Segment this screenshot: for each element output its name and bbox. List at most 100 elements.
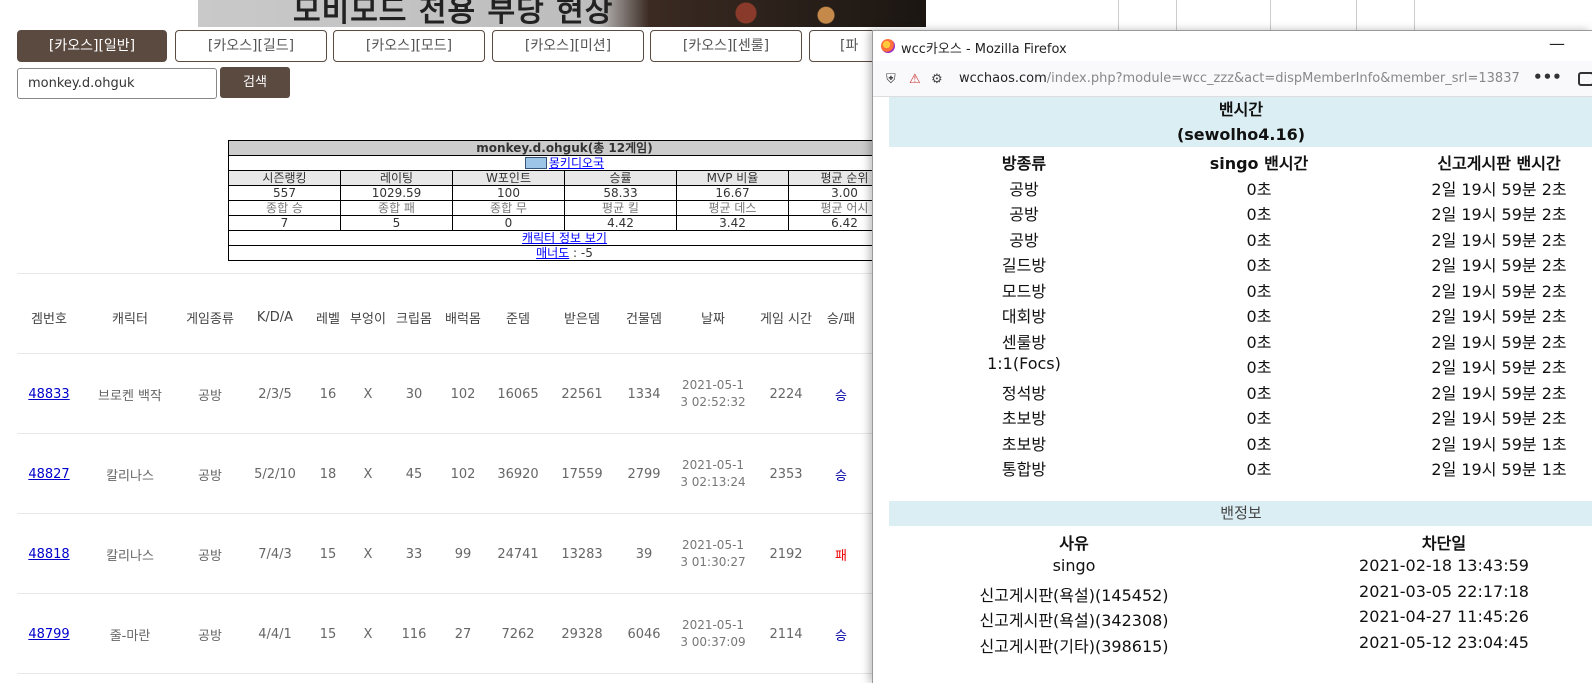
result-cell: 패: [835, 548, 847, 564]
board-ban-time: 2일 19시 59분 2초: [1431, 282, 1567, 301]
insecure-icon[interactable]: ⚠: [909, 72, 921, 87]
manner-link[interactable]: 매너도: [536, 246, 569, 260]
window-titlebar[interactable]: wcc카오스 - Mozilla Firefox —: [873, 31, 1592, 61]
column-header: 크립몸: [396, 311, 432, 327]
board-ban-time: 2일 19시 59분 2초: [1431, 333, 1567, 352]
creep-cell: 116: [401, 626, 427, 642]
ban-row: 정석방 0초 2일 19시 59분 2초: [889, 377, 1592, 403]
column-header: 방종류: [1001, 154, 1047, 173]
column-header: 신고게시판 밴시간: [1437, 154, 1561, 173]
divider: [17, 273, 877, 274]
game-time-cell: 2224: [769, 386, 803, 402]
url-host: wcchaos.com: [959, 71, 1047, 86]
game-type-cell: 공방: [198, 388, 222, 404]
server-link[interactable]: 몽키디오국: [549, 156, 604, 170]
tab-chaos-senrule[interactable]: [카오스][센룰]: [650, 30, 802, 62]
ban-row: 초보방 0초 2일 19시 59분 2초: [889, 402, 1592, 428]
damage-taken-cell: 22561: [561, 386, 603, 402]
character-cell: 브로켄 백작: [98, 388, 162, 404]
ban-info-header-row: 사유 차단일: [889, 527, 1592, 553]
stat-value: 100: [452, 185, 565, 201]
ban-date: 2021-02-18 13:43:59: [1359, 556, 1529, 575]
search-input[interactable]: monkey.d.ohguk: [17, 68, 217, 99]
manner-cell: 매너도 : -5: [228, 245, 901, 261]
column-header: 겜번호: [31, 311, 67, 327]
result-cell: 승: [835, 628, 847, 644]
ban-row: 센룰방 0초 2일 19시 59분 2초: [889, 326, 1592, 352]
date-cell: 2021-05-1 3 00:37:09: [673, 594, 753, 674]
game-id-link[interactable]: 48818: [28, 547, 69, 562]
more-actions-icon[interactable]: •••: [1533, 68, 1562, 86]
ban-info-row: 신고게시판(욕설)(342308) 2021-04-27 11:45:26: [889, 604, 1592, 630]
ban-title: 밴시간: [889, 97, 1592, 122]
ban-subtitle: (sewolho4.16): [889, 122, 1592, 147]
url-path: /index.php?module=wcc_zzz&act=dispMember…: [1046, 71, 1520, 86]
board-ban-time: 2일 19시 59분 2초: [1431, 180, 1567, 199]
url-bar[interactable]: ⛨ ⚠ ⚙ wcchaos.com/index.php?module=wcc_z…: [873, 61, 1592, 97]
ban-row: 길드방 0초 2일 19시 59분 2초: [889, 249, 1592, 275]
board-ban-time: 2일 19시 59분 1초: [1431, 435, 1567, 454]
char-link-cell: 캐릭터 정보 보기: [228, 230, 901, 246]
stat-header: 평균 킬: [564, 200, 677, 216]
column-header: 받은뎀: [564, 311, 600, 327]
tab-chaos-guild[interactable]: [카오스][길드]: [175, 30, 327, 62]
singo-ban-time: 0초: [1246, 231, 1272, 250]
stat-value: 0: [452, 215, 565, 231]
barrack-cell: 102: [450, 386, 476, 402]
kda-cell: 4/4/1: [258, 626, 292, 642]
stat-value: 3.42: [676, 215, 789, 231]
level-cell: 16: [319, 386, 337, 402]
stat-header: 레이팅: [340, 170, 453, 186]
ban-info-row: singo 2021-02-18 13:43:59: [889, 553, 1592, 579]
creep-cell: 30: [405, 386, 423, 402]
ban-row: 공방 0초 2일 19시 59분 2초: [889, 198, 1592, 224]
game-time-cell: 2192: [769, 546, 803, 562]
room-type: 길드방: [1001, 256, 1047, 275]
tab-chaos-mission[interactable]: [카오스][미션]: [492, 30, 644, 62]
ban-row: 1:1(Focs) 0초 2일 19시 59분 2초: [889, 351, 1592, 377]
game-id-cell: 48799: [17, 594, 81, 674]
permissions-icon[interactable]: ⚙: [931, 72, 943, 87]
profile-title: monkey.d.ohguk(총 12게임): [228, 140, 901, 156]
game-type-cell: 공방: [198, 468, 222, 484]
tab-chaos-general[interactable]: [카오스][일반]: [17, 30, 167, 62]
pocket-icon[interactable]: [1578, 72, 1592, 86]
stat-header: 평균 데스: [676, 200, 789, 216]
singo-ban-time: 0초: [1246, 460, 1272, 479]
banner-text: 모비모드 전용 부당 현상: [293, 0, 614, 27]
building-damage-cell: 39: [635, 546, 653, 562]
game-type-cell: 공방: [198, 628, 222, 644]
search-button[interactable]: 검색: [220, 67, 290, 98]
game-id-link[interactable]: 48833: [28, 387, 69, 402]
game-id-cell: 48827: [17, 434, 81, 514]
ban-reason: singo: [1052, 556, 1096, 575]
room-type: 공방: [1009, 180, 1039, 199]
stat-value: 7: [228, 215, 341, 231]
column-header: singo 밴시간: [1209, 154, 1309, 173]
character-info-link[interactable]: 캐릭터 정보 보기: [522, 231, 607, 245]
ad-banner[interactable]: 모비모드 전용 부당 현상: [198, 0, 926, 27]
owl-cell: X: [363, 466, 373, 482]
level-cell: 18: [319, 466, 337, 482]
column-header: 레벨: [316, 311, 340, 327]
url-text[interactable]: wcchaos.com/index.php?module=wcc_zzz&act…: [959, 71, 1520, 86]
server-cell: 몽키디오국: [228, 155, 901, 171]
kda-cell: 2/3/5: [258, 386, 292, 402]
ban-reason: 신고게시판(기타)(398615): [979, 637, 1169, 656]
minimize-icon[interactable]: —: [1549, 34, 1565, 53]
tab-chaos-mod[interactable]: [카오스][모드]: [333, 30, 485, 62]
singo-ban-time: 0초: [1246, 333, 1272, 352]
shield-icon[interactable]: ⛨: [886, 72, 896, 87]
ban-date: 2021-03-05 22:17:18: [1359, 582, 1529, 601]
ban-info-row: 신고게시판(욕설)(145452) 2021-03-05 22:17:18: [889, 579, 1592, 605]
room-type: 통합방: [1001, 460, 1047, 479]
game-time-cell: 2114: [769, 626, 803, 642]
game-id-link[interactable]: 48799: [28, 627, 69, 642]
creep-cell: 45: [405, 466, 423, 482]
result-cell: 승: [835, 468, 847, 484]
singo-ban-time: 0초: [1246, 205, 1272, 224]
creep-cell: 33: [405, 546, 423, 562]
stat-value: 1029.59: [340, 185, 453, 201]
game-id-link[interactable]: 48827: [28, 467, 69, 482]
stat-header: 시즌랭킹: [228, 170, 341, 186]
